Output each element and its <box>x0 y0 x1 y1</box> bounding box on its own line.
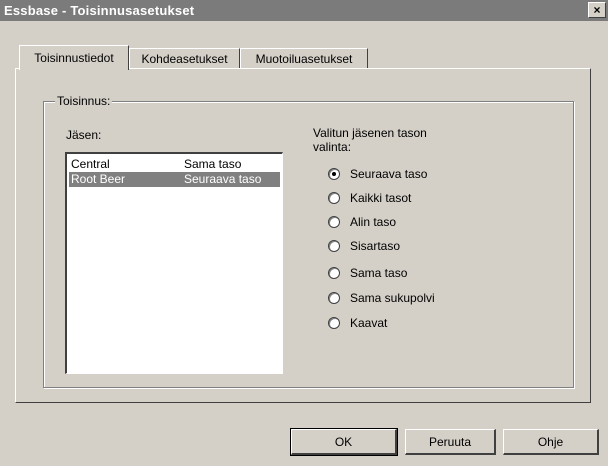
radio-label: Kaavat <box>350 316 388 330</box>
member-name: Central <box>71 157 110 171</box>
member-level: Seuraava taso <box>184 172 262 186</box>
close-button[interactable]: × <box>588 2 606 18</box>
tab-label: Muotoiluasetukset <box>255 52 353 66</box>
radio-label: Kaikki tasot <box>350 191 412 205</box>
cancel-button[interactable]: Peruuta <box>405 429 496 455</box>
ok-button[interactable]: OK <box>290 428 398 456</box>
tab-toisinnustiedot[interactable]: Toisinnustiedot <box>19 45 129 70</box>
window-title: Essbase - Toisinnusasetukset <box>4 3 195 18</box>
member-label: Jäsen: <box>66 128 102 142</box>
radio-label: Seuraava taso <box>350 167 428 181</box>
radio-button-icon[interactable] <box>328 267 340 279</box>
tab-muotoiluasetukset[interactable]: Muotoiluasetukset <box>240 48 368 68</box>
radio-label: Sisartaso <box>350 239 401 253</box>
radio-label: Sama sukupolvi <box>350 291 435 305</box>
radio-label: Sama taso <box>350 266 408 280</box>
radio-button-icon[interactable] <box>328 168 340 180</box>
list-item[interactable]: Root Beer Seuraava taso <box>69 172 280 187</box>
radio-label: Alin taso <box>350 215 397 229</box>
radio-button-icon[interactable] <box>328 240 340 252</box>
level-choice-label-line2: valinta: <box>313 140 352 154</box>
member-listbox[interactable]: Central Sama taso Root Beer Seuraava tas… <box>65 152 283 374</box>
level-choice-label: Valitun jäsenen tason valinta: <box>313 126 427 154</box>
help-button[interactable]: Ohje <box>503 429 599 455</box>
level-choice-label-line1: Valitun jäsenen tason <box>313 126 427 140</box>
group-label: Toisinnus: <box>55 94 113 108</box>
radio-button-icon[interactable] <box>328 216 340 228</box>
radio-button-icon[interactable] <box>328 192 340 204</box>
radio-checked-dot-icon <box>332 172 336 176</box>
tab-label: Toisinnustiedot <box>34 51 114 65</box>
member-level: Sama taso <box>184 157 242 171</box>
list-item[interactable]: Central Sama taso <box>69 157 280 172</box>
title-bar[interactable]: Essbase - Toisinnusasetukset × <box>0 0 608 21</box>
dialog-window: Essbase - Toisinnusasetukset × Toisinnus… <box>0 0 608 466</box>
radio-button-icon[interactable] <box>328 292 340 304</box>
close-icon: × <box>593 3 601 17</box>
radio-button-icon[interactable] <box>328 317 340 329</box>
tab-label: Kohdeasetukset <box>141 52 228 66</box>
tab-kohdeasetukset[interactable]: Kohdeasetukset <box>129 48 240 68</box>
member-name: Root Beer <box>71 172 126 186</box>
